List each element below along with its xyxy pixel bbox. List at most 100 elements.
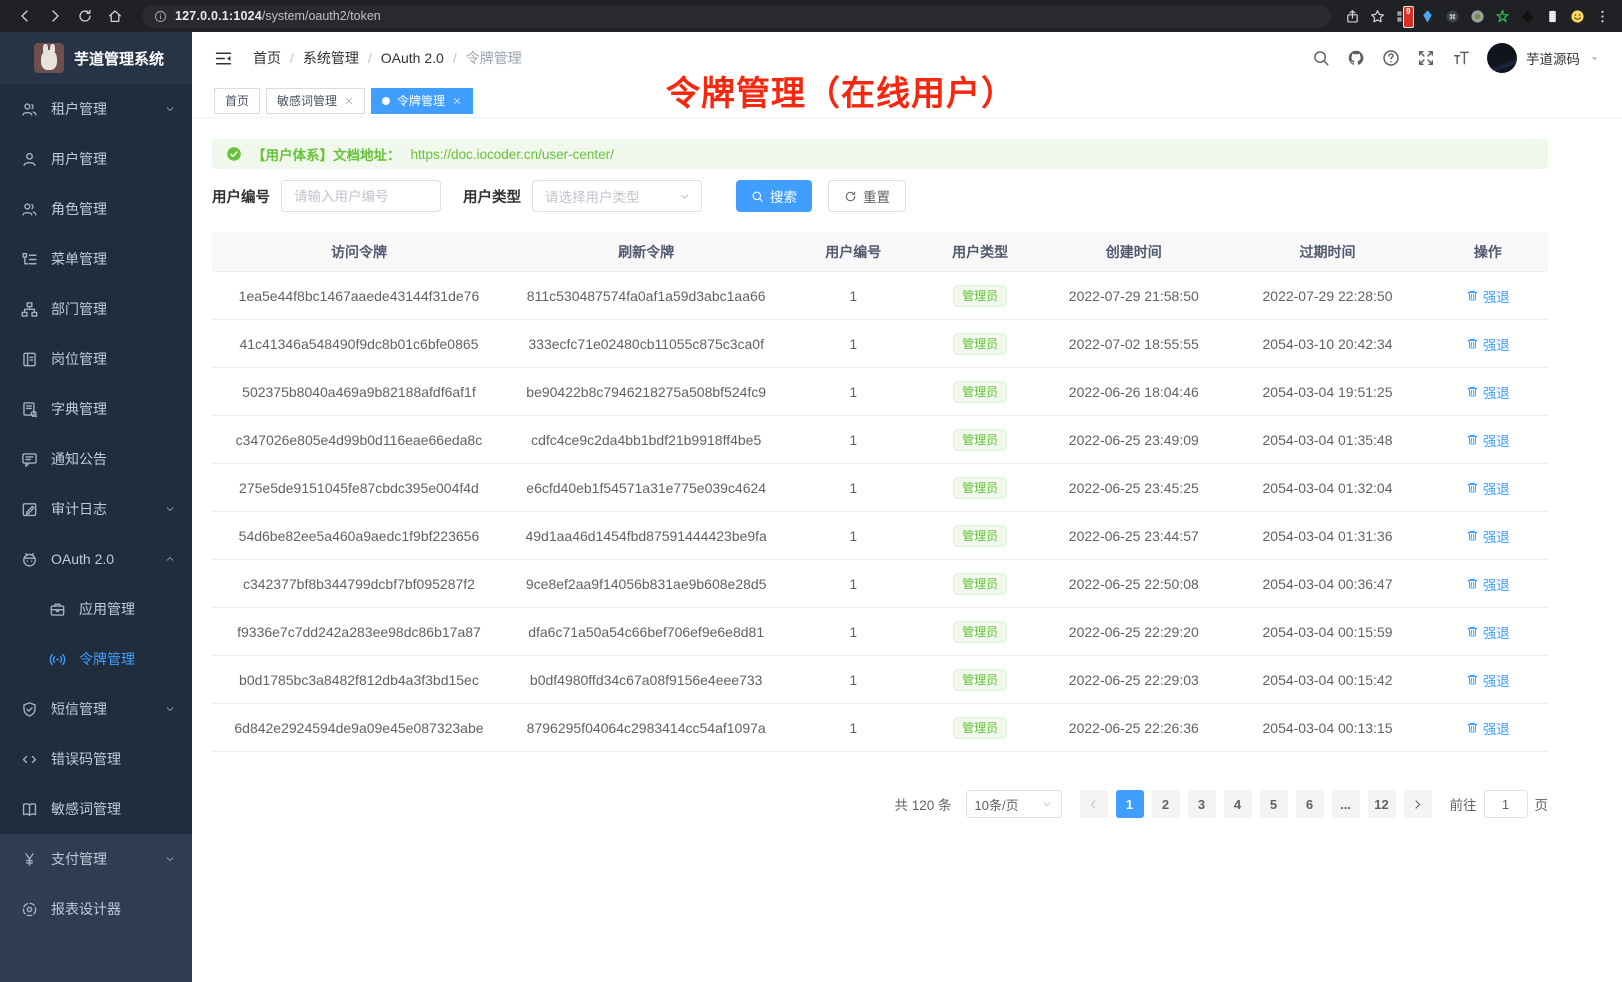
user-type-select[interactable]: 请选择用户类型 <box>532 180 702 212</box>
star-icon[interactable] <box>1370 9 1385 24</box>
sidebar-item-dept[interactable]: 部门管理 <box>0 284 192 334</box>
force-logout-button[interactable]: 强退 <box>1466 478 1510 498</box>
browser-actions: 9⌘ <box>1345 9 1610 24</box>
sidebar-item-dict[interactable]: 字典管理 <box>0 384 192 434</box>
github-icon[interactable] <box>1347 49 1365 67</box>
sidebar-item-report[interactable]: 报表设计器 <box>0 884 192 934</box>
sidebar-item-notice[interactable]: 通知公告 <box>0 434 192 484</box>
fullscreen-icon[interactable] <box>1417 49 1435 67</box>
help-icon[interactable] <box>1382 49 1400 67</box>
breadcrumb: 首页/系统管理/OAuth 2.0/令牌管理 <box>253 48 522 68</box>
force-logout-button[interactable]: 强退 <box>1466 334 1510 354</box>
breadcrumb-item[interactable]: 首页 <box>253 48 281 68</box>
force-logout-button[interactable]: 强退 <box>1466 382 1510 402</box>
action-cell: 强退 <box>1428 718 1548 738</box>
user-id-input[interactable] <box>281 180 441 212</box>
sidebar-item-label: 字典管理 <box>51 399 176 419</box>
address-bar[interactable]: 127.0.0.1:1024/system/oauth2/token <box>142 5 1331 28</box>
next-page-button[interactable] <box>1404 790 1432 818</box>
sidebar-item-oauth2-app[interactable]: 应用管理 <box>0 584 192 634</box>
prev-page-button[interactable] <box>1080 790 1108 818</box>
sidebar-item-label: 部门管理 <box>51 299 176 319</box>
force-logout-button[interactable]: 强退 <box>1466 670 1510 690</box>
arrow-left-icon[interactable] <box>12 3 38 29</box>
search-icon[interactable] <box>1312 49 1330 67</box>
dots-v-icon[interactable] <box>1595 9 1610 24</box>
refresh-token-cell: 811c530487574fa0af1a59d3abc1aa66 <box>506 288 787 304</box>
cmd-circle-extension-icon[interactable]: ⌘ <box>1445 9 1460 24</box>
sidebar-item-sensitive-word[interactable]: 敏感词管理 <box>0 784 192 834</box>
user-type-cell: 管理员 <box>920 621 1040 643</box>
page-button[interactable]: 12 <box>1368 790 1396 818</box>
force-logout-button[interactable]: 强退 <box>1466 718 1510 738</box>
sidebar-item-role[interactable]: 角色管理 <box>0 184 192 234</box>
sidebar-menu-bottom: 支付管理报表设计器 <box>0 834 192 982</box>
home-icon[interactable] <box>102 3 128 29</box>
close-icon[interactable] <box>452 96 462 106</box>
username[interactable]: 芋道源码 <box>1526 48 1580 68</box>
user-avatar[interactable] <box>1487 43 1517 73</box>
sidebar-item-label: 通知公告 <box>51 449 176 469</box>
more-pages-button[interactable]: ... <box>1332 790 1360 818</box>
post-badge-icon <box>21 351 38 368</box>
tab-首页[interactable]: 首页 <box>214 88 260 114</box>
sidebar-item-pay[interactable]: 支付管理 <box>0 834 192 884</box>
page-button[interactable]: 4 <box>1224 790 1252 818</box>
sidebar-item-oauth2[interactable]: OAuth 2.0 <box>0 534 192 584</box>
sidebar-item-audit-log[interactable]: 审计日志 <box>0 484 192 534</box>
extension-badge: 9 <box>1403 6 1414 28</box>
breadcrumb-item[interactable]: 系统管理 <box>303 48 359 68</box>
force-logout-button[interactable]: 强退 <box>1466 526 1510 546</box>
alert-doc-link[interactable]: https://doc.iocoder.cn/user-center/ <box>411 147 614 162</box>
reload-icon[interactable] <box>72 3 98 29</box>
force-logout-button[interactable]: 强退 <box>1466 622 1510 642</box>
page-button[interactable]: 5 <box>1260 790 1288 818</box>
reset-button[interactable]: 重置 <box>828 180 906 212</box>
panel-extension-icon[interactable] <box>1545 9 1560 24</box>
sidebar-item-user[interactable]: 用户管理 <box>0 134 192 184</box>
user-id-cell: 1 <box>786 624 920 640</box>
page-button[interactable]: 6 <box>1296 790 1324 818</box>
goto-page-input[interactable] <box>1484 790 1528 818</box>
sidebar-item-error-code[interactable]: 错误码管理 <box>0 734 192 784</box>
page-button[interactable]: 3 <box>1188 790 1216 818</box>
created-time-cell: 2022-06-25 22:26:36 <box>1040 720 1227 736</box>
sidebar-collapse-icon[interactable] <box>214 49 233 68</box>
force-logout-button[interactable]: 强退 <box>1466 430 1510 450</box>
refresh-token-cell: cdfc4ce9c2da4bb1bdf21b9918ff4be5 <box>506 432 787 448</box>
topbar-actions: 芋道源码 <box>1312 43 1600 73</box>
app-logo[interactable]: 芋道管理系统 <box>0 32 192 84</box>
sidebar-item-tenant[interactable]: 租户管理 <box>0 84 192 134</box>
gem-extension-icon[interactable] <box>1420 9 1435 24</box>
user-id-cell: 1 <box>786 480 920 496</box>
force-logout-button[interactable]: 强退 <box>1466 286 1510 306</box>
force-logout-label: 强退 <box>1483 526 1510 546</box>
page-button[interactable]: 2 <box>1152 790 1180 818</box>
ext-grid-extension-icon[interactable]: 9 <box>1395 9 1410 24</box>
green-star-extension-icon[interactable] <box>1495 9 1510 24</box>
sidebar-item-oauth2-token[interactable]: 令牌管理 <box>0 634 192 684</box>
emoji-extension-icon[interactable] <box>1570 9 1585 24</box>
sidebar-item-sms[interactable]: 短信管理 <box>0 684 192 734</box>
dict-book-icon <box>21 401 38 418</box>
page-button[interactable]: 1 <box>1116 790 1144 818</box>
close-icon[interactable] <box>344 96 354 106</box>
site-info-icon[interactable] <box>154 10 167 23</box>
page-size-select[interactable]: 10条/页 <box>966 790 1062 818</box>
club-extension-icon[interactable] <box>1520 9 1535 24</box>
dot-circle-extension-icon[interactable] <box>1470 9 1485 24</box>
user-type-label: 用户类型 <box>463 186 521 207</box>
breadcrumb-item[interactable]: OAuth 2.0 <box>381 50 444 66</box>
sidebar-item-menu[interactable]: 菜单管理 <box>0 234 192 284</box>
share-icon[interactable] <box>1345 9 1360 24</box>
arrow-right-icon[interactable] <box>42 3 68 29</box>
page-annotation: 令牌管理（在线用户） <box>666 66 1016 115</box>
search-button-label: 搜索 <box>770 186 797 206</box>
force-logout-button[interactable]: 强退 <box>1466 574 1510 594</box>
sidebar-item-post[interactable]: 岗位管理 <box>0 334 192 384</box>
caret-down-icon[interactable] <box>1589 53 1600 64</box>
tab-敏感词管理[interactable]: 敏感词管理 <box>266 88 365 114</box>
font-size-icon[interactable] <box>1452 49 1470 67</box>
search-button[interactable]: 搜索 <box>736 180 812 212</box>
tab-令牌管理[interactable]: 令牌管理 <box>371 88 473 114</box>
